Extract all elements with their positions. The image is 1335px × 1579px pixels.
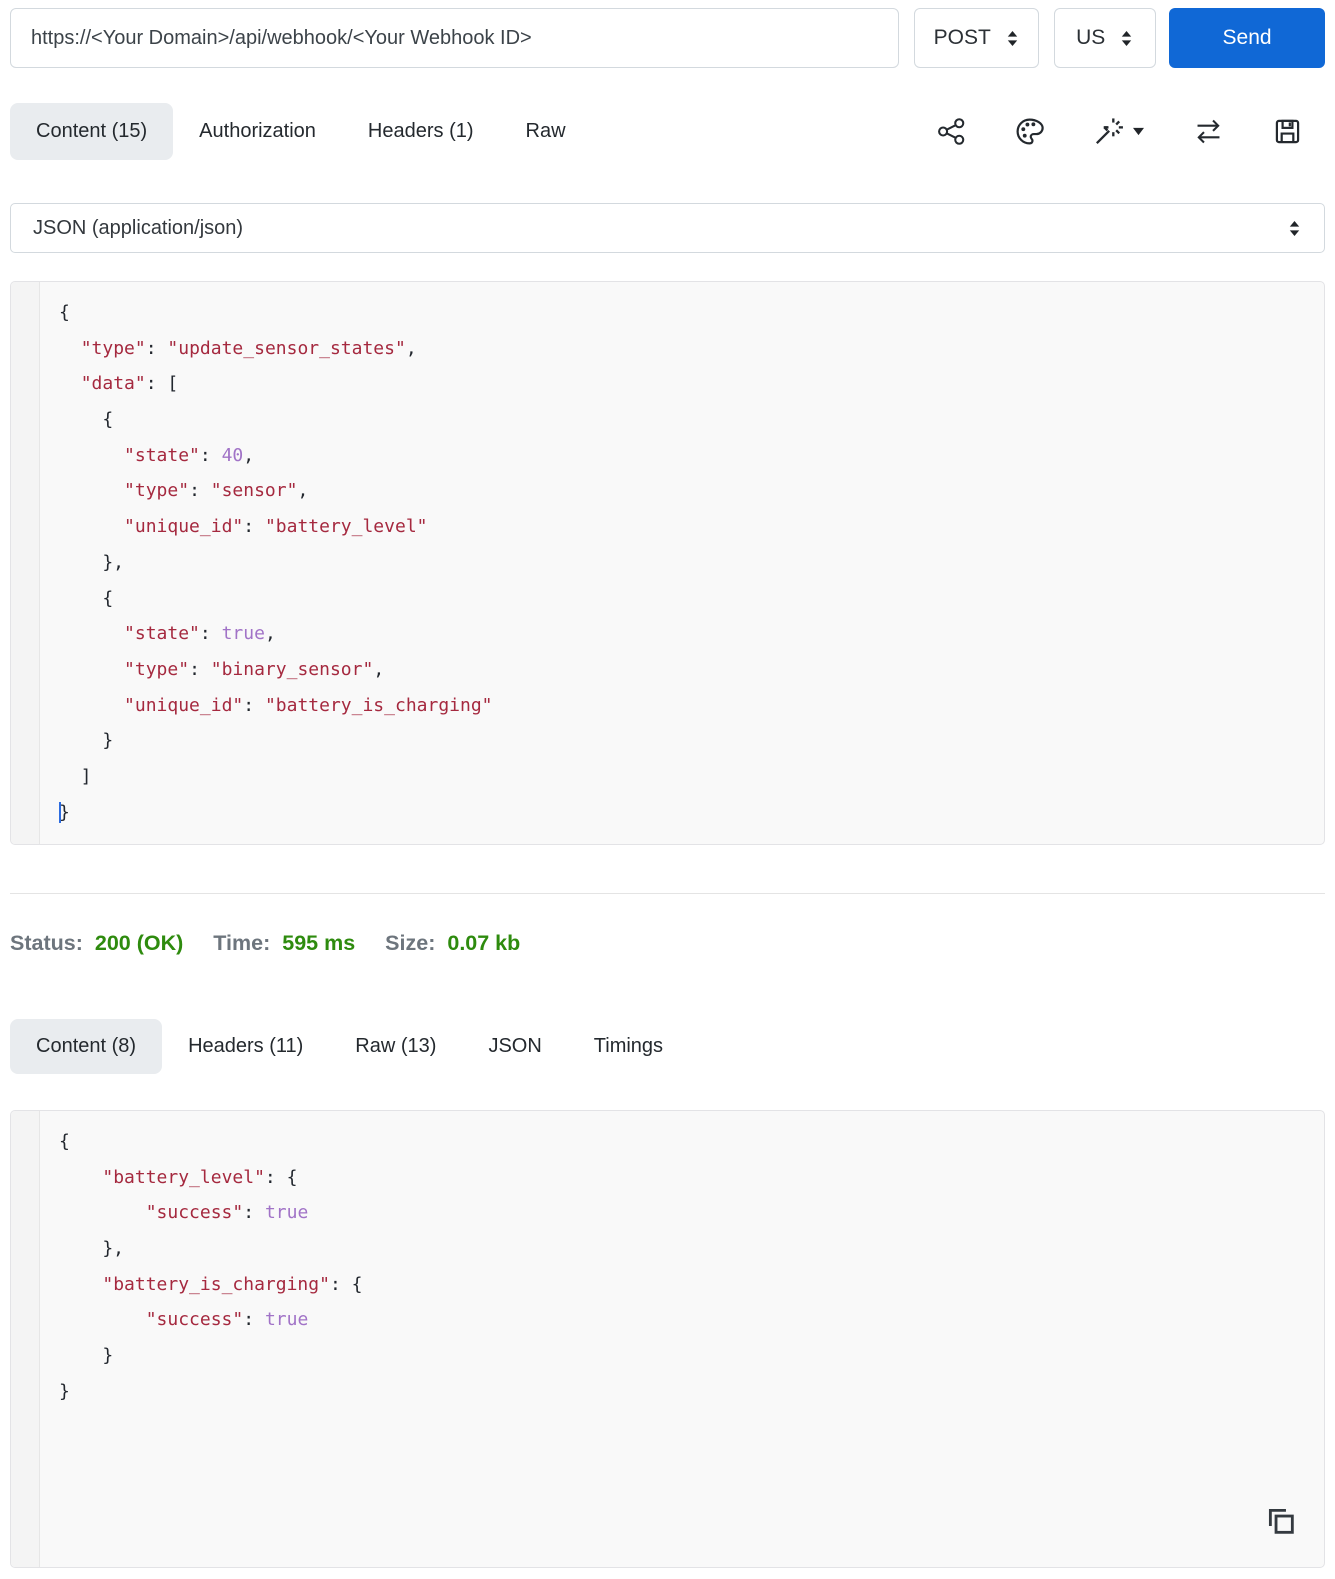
code-line: } — [59, 1380, 70, 1402]
request-bar: POST US Send — [10, 8, 1326, 68]
share-icon — [938, 118, 965, 145]
region-select[interactable]: US — [1054, 8, 1157, 68]
response-tabs-row: Content (8) Headers (11) Raw (13) JSON T… — [10, 1019, 1325, 1074]
palette-icon — [1016, 118, 1044, 145]
method-select-value: POST — [933, 26, 991, 49]
caret-updown-icon — [1289, 220, 1300, 236]
response-body-code: { "battery_level": { "success": true }, … — [41, 1111, 1324, 1410]
theme-button[interactable] — [1014, 116, 1045, 147]
copy-icon — [1268, 1508, 1294, 1534]
send-button[interactable]: Send — [1169, 8, 1326, 68]
time-value: 595 ms — [282, 930, 356, 955]
code-line: "unique_id": "battery_is_charging" — [124, 694, 493, 716]
request-body-editor[interactable]: { "type": "update_sensor_states", "data"… — [10, 281, 1325, 845]
code-line: { — [59, 587, 114, 609]
code-line: "success": true — [145, 1309, 309, 1331]
content-type-select[interactable]: JSON (application/json) — [10, 203, 1325, 253]
status-label: Status: — [10, 930, 83, 955]
code-line: } — [59, 730, 114, 752]
section-divider — [10, 893, 1325, 894]
code-line: "type": "binary_sensor", — [124, 658, 385, 680]
api-tester-page: POST US Send Content (15) Authorization … — [0, 0, 1335, 1579]
code-line: "type": "update_sensor_states", — [80, 337, 417, 359]
tab-request-content[interactable]: Content (15) — [10, 103, 174, 160]
method-select[interactable]: POST — [914, 8, 1040, 68]
copy-response-button[interactable] — [1264, 1504, 1298, 1541]
save-icon — [1275, 119, 1300, 144]
code-line: }, — [59, 1238, 125, 1260]
save-button[interactable] — [1272, 116, 1303, 147]
code-line: "state": 40, — [124, 444, 255, 466]
tab-response-content[interactable]: Content (8) — [10, 1019, 163, 1074]
tab-request-headers[interactable]: Headers (1) — [342, 103, 500, 160]
magic-wand-menu-button[interactable] — [1092, 115, 1145, 148]
tab-response-json[interactable]: JSON — [462, 1019, 567, 1074]
swap-arrows-icon — [1197, 119, 1220, 144]
viewer-gutter — [11, 1111, 40, 1567]
code-line: "type": "sensor", — [124, 480, 309, 502]
tab-response-headers[interactable]: Headers (11) — [162, 1019, 329, 1074]
time-label: Time: — [213, 930, 271, 955]
content-type-value: JSON (application/json) — [33, 216, 244, 239]
code-line: "battery_level": { — [102, 1166, 298, 1188]
magic-wand-icon — [1095, 118, 1123, 145]
editor-gutter — [11, 282, 40, 844]
code-line: ] — [59, 765, 92, 787]
request-tabs-row: Content (15) Authorization Headers (1) R… — [10, 103, 1325, 160]
tab-request-authorization[interactable]: Authorization — [173, 103, 342, 160]
request-toolbar — [936, 115, 1325, 148]
code-line: }, — [59, 551, 125, 573]
code-line: { — [59, 409, 114, 431]
tab-response-timings[interactable]: Timings — [568, 1019, 689, 1074]
code-line: "unique_id": "battery_level" — [124, 516, 428, 538]
code-line: "state": true, — [124, 623, 276, 645]
tab-request-raw[interactable]: Raw — [500, 103, 592, 160]
caret-down-icon — [1133, 127, 1144, 136]
code-line: { — [59, 1131, 70, 1152]
share-button[interactable] — [936, 116, 967, 147]
response-body-viewer[interactable]: { "battery_level": { "success": true }, … — [10, 1110, 1325, 1568]
region-select-value: US — [1076, 26, 1106, 49]
tab-response-raw[interactable]: Raw (13) — [329, 1019, 462, 1074]
size-value: 0.07 kb — [447, 930, 521, 955]
code-line: } — [59, 1345, 114, 1367]
response-status-bar: Status: 200 (OK) Time: 595 ms Size: 0.07… — [10, 923, 1325, 963]
status-value: 200 (OK) — [94, 930, 184, 955]
compare-button[interactable] — [1192, 116, 1225, 147]
code-line: "battery_is_charging": { — [102, 1273, 363, 1295]
code-line: } — [59, 801, 70, 824]
code-line: { — [59, 302, 70, 323]
caret-updown-icon — [1007, 30, 1018, 46]
request-body-code: { "type": "update_sensor_states", "data"… — [41, 282, 1324, 830]
caret-updown-icon — [1122, 30, 1132, 46]
size-label: Size: — [385, 930, 436, 955]
code-line: "data": [ — [80, 373, 179, 395]
code-line: "success": true — [145, 1202, 309, 1224]
url-input[interactable] — [10, 8, 900, 68]
